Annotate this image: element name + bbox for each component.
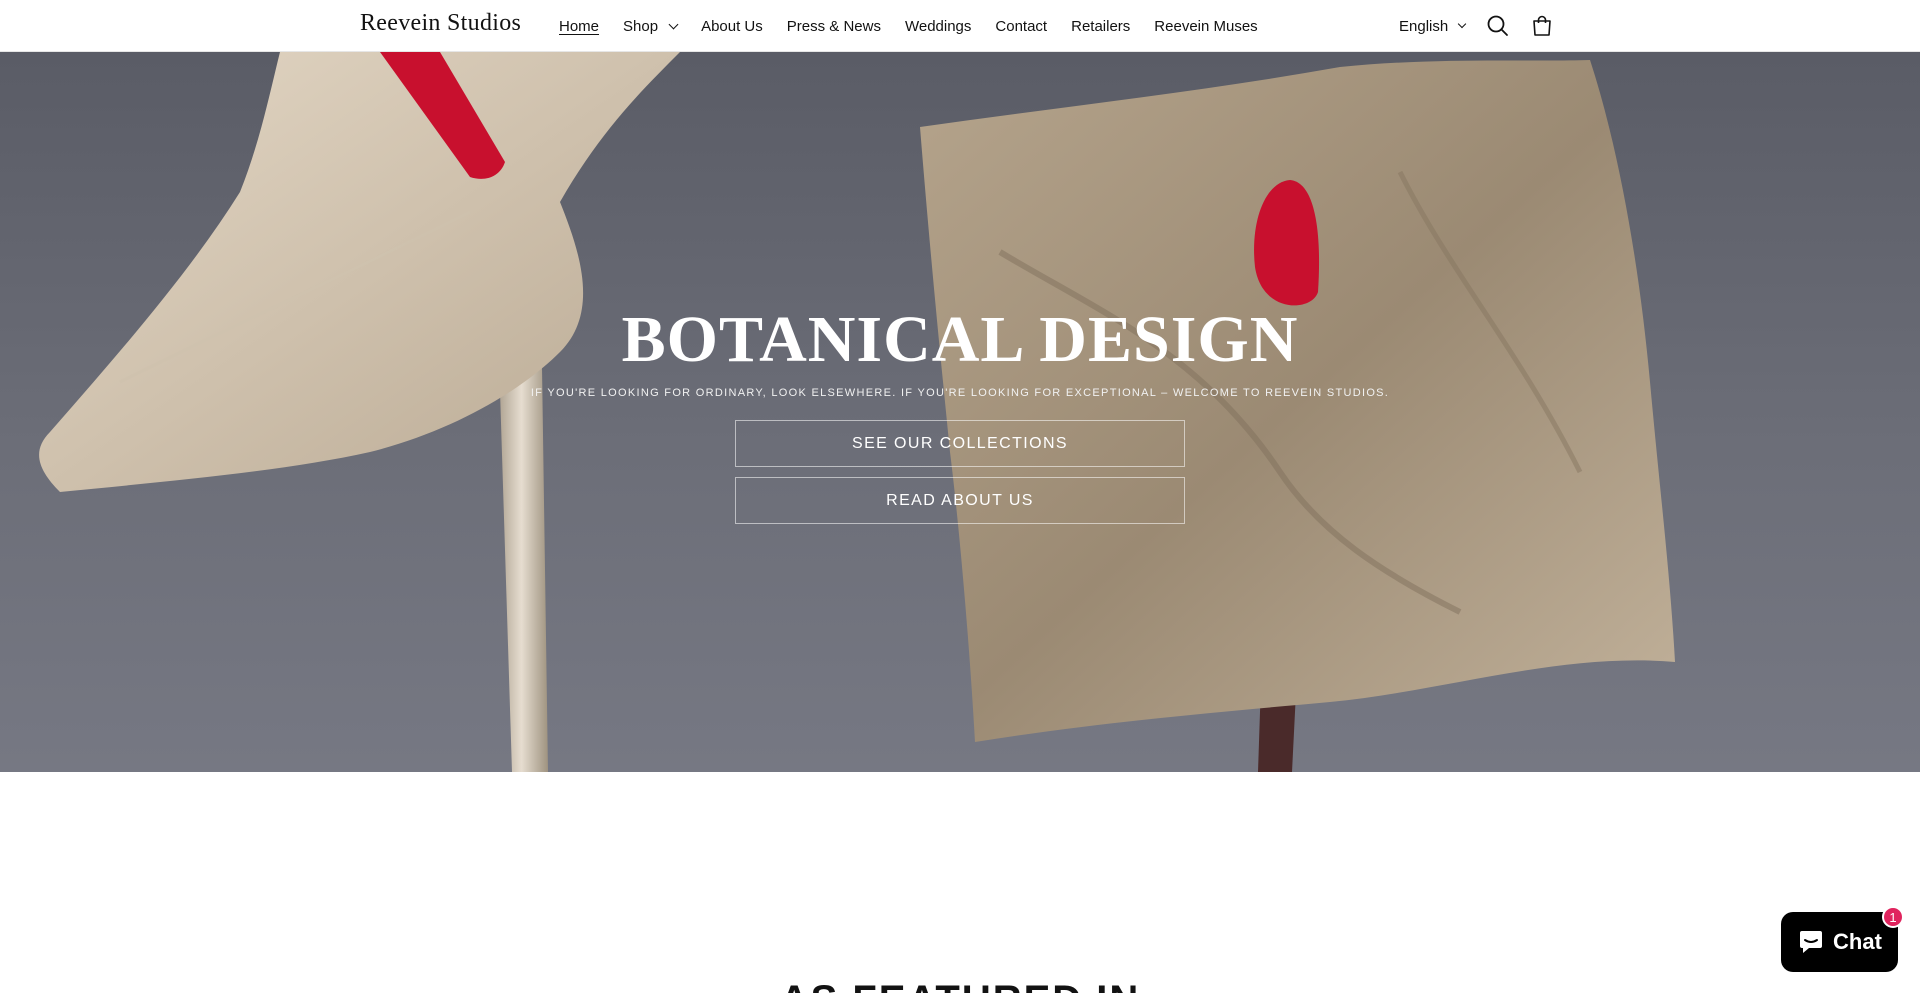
main-nav: Home Shop About Us Press & News Weddings… [547, 0, 1270, 52]
read-about-us-button[interactable]: READ ABOUT US [735, 477, 1185, 524]
nav-shop[interactable]: Shop [611, 18, 689, 35]
nav-reevein-muses[interactable]: Reevein Muses [1142, 18, 1269, 35]
search-button[interactable] [1484, 12, 1512, 40]
hero-image [39, 52, 1675, 772]
site-logo[interactable]: Reevein Studios [360, 10, 521, 37]
nav-press-news[interactable]: Press & News [775, 18, 893, 35]
chat-bubble-icon [1800, 931, 1823, 953]
nav-weddings[interactable]: Weddings [893, 18, 983, 35]
nav-retailers-label: Retailers [1071, 17, 1131, 35]
nav-about-us[interactable]: About Us [689, 18, 775, 35]
chevron-down-icon [668, 19, 679, 29]
chat-label: Chat [1833, 929, 1882, 954]
hero-banner: BOTANICAL DESIGN IF YOU'RE LOOKING FOR O… [0, 52, 1920, 772]
nav-press-label: Press & News [786, 17, 881, 35]
hero-subtitle: IF YOU'RE LOOKING FOR ORDINARY, LOOK ELS… [530, 387, 1390, 399]
search-icon [1487, 15, 1508, 36]
chevron-down-icon [1457, 19, 1467, 29]
nav-contact[interactable]: Contact [983, 18, 1059, 35]
language-selector[interactable]: English [1399, 0, 1467, 52]
cart-icon [1533, 15, 1551, 36]
nav-home[interactable]: Home [547, 18, 611, 35]
nav-shop-label: Shop [623, 17, 659, 35]
language-label: English [1399, 17, 1449, 35]
cart-button[interactable] [1528, 12, 1556, 40]
featured-heading: AS FEATURED IN [0, 978, 1920, 993]
site-header: Reevein Studios Home Shop About Us Press… [0, 0, 1920, 52]
nav-muses-label: Reevein Muses [1154, 17, 1258, 35]
chat-unread-badge: 1 [1882, 906, 1904, 928]
chat-button[interactable]: Chat [1781, 912, 1898, 972]
nav-contact-label: Contact [995, 17, 1048, 35]
nav-weddings-label: Weddings [904, 17, 972, 35]
nav-home-label: Home [559, 17, 600, 35]
nav-about-label: About Us [701, 17, 763, 35]
nav-retailers[interactable]: Retailers [1059, 18, 1142, 35]
hero-title: BOTANICAL DESIGN [621, 303, 1299, 376]
see-collections-button[interactable]: SEE OUR COLLECTIONS [735, 420, 1185, 467]
